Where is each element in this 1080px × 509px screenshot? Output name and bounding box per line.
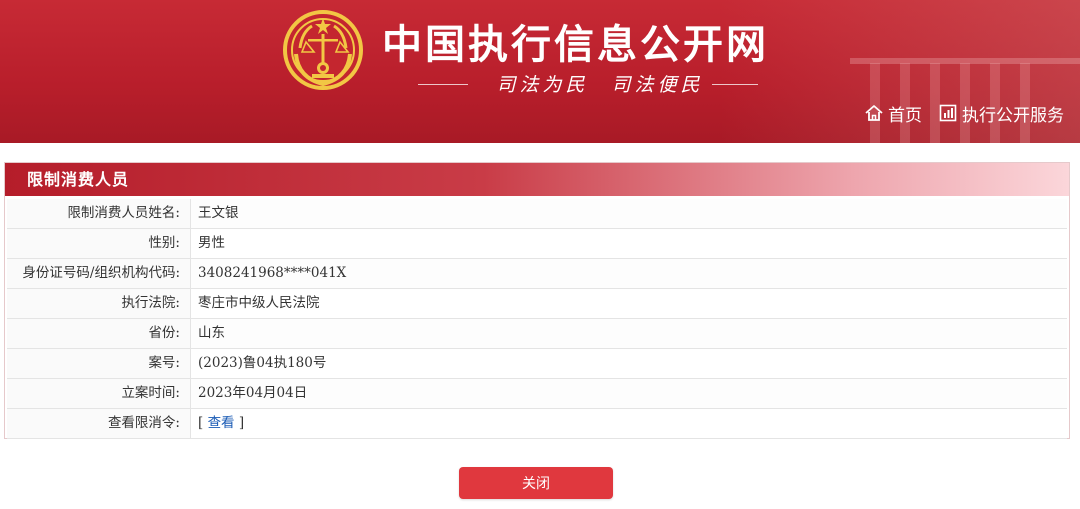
view-order-link[interactable]: 查看 — [208, 415, 235, 431]
table-row-court: 执行法院: 枣庄市中级人民法院 — [7, 289, 1067, 319]
table-row-province: 省份: 山东 — [7, 319, 1067, 349]
court-emblem-icon — [282, 8, 364, 92]
panel-title: 限制消费人员 — [5, 163, 1069, 196]
row-value: (2023)鲁04执180号 — [198, 355, 327, 371]
table-row-filing-date: 立案时间: 2023年04月04日 — [7, 379, 1067, 409]
table-row-case-number: 案号: (2023)鲁04执180号 — [7, 349, 1067, 379]
row-value: [ 查看 ] — [191, 409, 1067, 438]
nav-home-link[interactable]: 首页 — [864, 100, 922, 126]
top-navigation: 首页 执行公开服务 — [864, 100, 1064, 126]
nav-home-label: 首页 — [888, 105, 922, 126]
bracket-close: ] — [234, 415, 245, 431]
service-icon — [938, 103, 958, 123]
nav-service-label: 执行公开服务 — [962, 105, 1064, 126]
row-value: 男性 — [198, 235, 225, 251]
home-icon — [864, 103, 884, 123]
slogan-divider-right — [712, 84, 758, 85]
restricted-consumer-panel: 限制消费人员 限制消费人员姓名: 王文银 性别: 男性 身份证号码/组织机构代码… — [4, 162, 1070, 439]
table-row-id-number: 身份证号码/组织机构代码: 3408241968****041X — [7, 259, 1067, 289]
row-label: 省份: — [7, 319, 191, 348]
row-label: 执行法院: — [7, 289, 191, 318]
row-value: 枣庄市中级人民法院 — [198, 295, 320, 311]
row-label: 性别: — [7, 229, 191, 258]
table-row-name: 限制消费人员姓名: 王文银 — [7, 199, 1067, 229]
bracket-open: [ — [198, 415, 208, 431]
row-value: 王文银 — [198, 205, 239, 221]
nav-service-link[interactable]: 执行公开服务 — [938, 100, 1064, 126]
site-slogan: 司法为民 司法便民 — [496, 74, 704, 96]
close-button[interactable]: 关闭 — [459, 467, 613, 499]
row-label: 查看限消令: — [7, 409, 191, 438]
site-title: 中国执行信息公开网 — [382, 22, 769, 68]
site-header: 中国执行信息公开网 司法为民 司法便民 首页 执行公开服务 — [0, 0, 1080, 143]
slogan-divider-left — [418, 84, 468, 85]
row-value: 3408241968****041X — [198, 265, 347, 281]
row-value: 山东 — [198, 325, 225, 341]
row-label: 案号: — [7, 349, 191, 378]
table-row-restriction-order: 查看限消令: [ 查看 ] — [7, 409, 1067, 439]
row-label: 立案时间: — [7, 379, 191, 408]
row-label: 身份证号码/组织机构代码: — [7, 259, 191, 288]
info-table: 限制消费人员姓名: 王文银 性别: 男性 身份证号码/组织机构代码: 34082… — [5, 196, 1069, 439]
row-value: 2023年04月04日 — [198, 385, 308, 401]
row-label: 限制消费人员姓名: — [7, 199, 191, 228]
table-row-gender: 性别: 男性 — [7, 229, 1067, 259]
